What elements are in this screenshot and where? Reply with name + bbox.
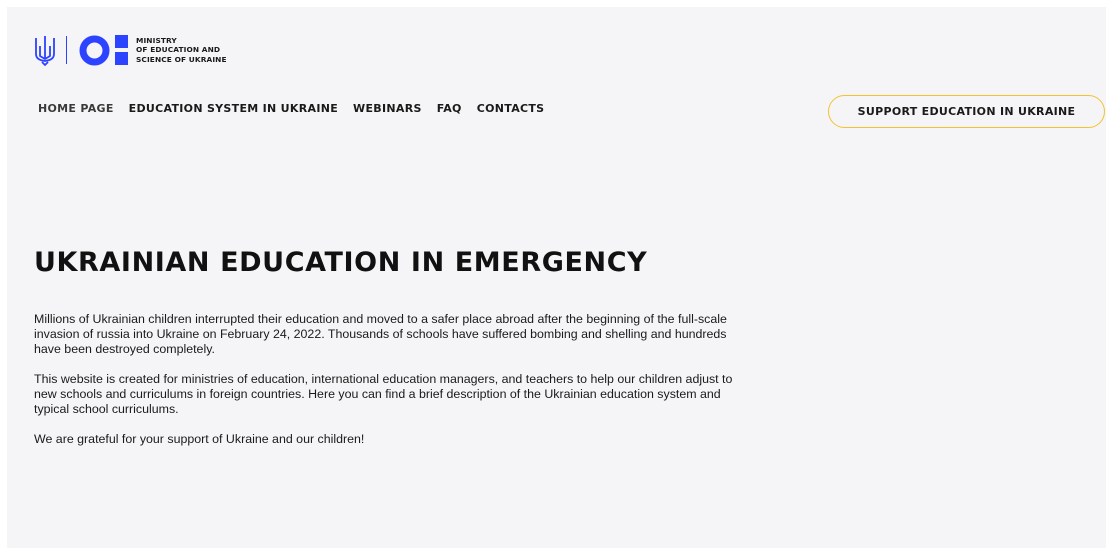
ring-icon bbox=[79, 35, 110, 65]
nav-webinars[interactable]: WEBINARS bbox=[353, 102, 422, 115]
page-title: UKRAINIAN EDUCATION IN EMERGENCY bbox=[34, 247, 648, 278]
support-education-button[interactable]: SUPPORT EDUCATION IN UKRAINE bbox=[828, 95, 1105, 128]
nav-home-page[interactable]: HOME PAGE bbox=[38, 102, 114, 115]
hero-content: Millions of Ukrainian children interrupt… bbox=[34, 312, 754, 462]
logo-divider bbox=[66, 36, 67, 64]
page: MINISTRY OF EDUCATION AND SCIENCE OF UKR… bbox=[7, 7, 1106, 548]
trident-icon bbox=[35, 36, 55, 66]
main-nav: HOME PAGE EDUCATION SYSTEM IN UKRAINE WE… bbox=[38, 102, 544, 115]
squares-icon bbox=[115, 35, 128, 65]
logo-text: MINISTRY OF EDUCATION AND SCIENCE OF UKR… bbox=[136, 36, 227, 65]
ministry-logo[interactable]: MINISTRY OF EDUCATION AND SCIENCE OF UKR… bbox=[34, 32, 227, 68]
logo-line-3: SCIENCE OF UKRAINE bbox=[136, 54, 227, 64]
intro-paragraph: Millions of Ukrainian children interrupt… bbox=[34, 312, 727, 356]
purpose-paragraph: This website is created for ministries o… bbox=[34, 372, 733, 416]
gratitude-paragraph: We are grateful for your support of Ukra… bbox=[34, 432, 365, 446]
nav-education-system[interactable]: EDUCATION SYSTEM IN UKRAINE bbox=[129, 102, 338, 115]
nav-contacts[interactable]: CONTACTS bbox=[477, 102, 545, 115]
logo-line-1: MINISTRY bbox=[136, 35, 177, 45]
nav-faq[interactable]: FAQ bbox=[437, 102, 462, 115]
logo-line-2: OF EDUCATION AND bbox=[136, 45, 221, 55]
